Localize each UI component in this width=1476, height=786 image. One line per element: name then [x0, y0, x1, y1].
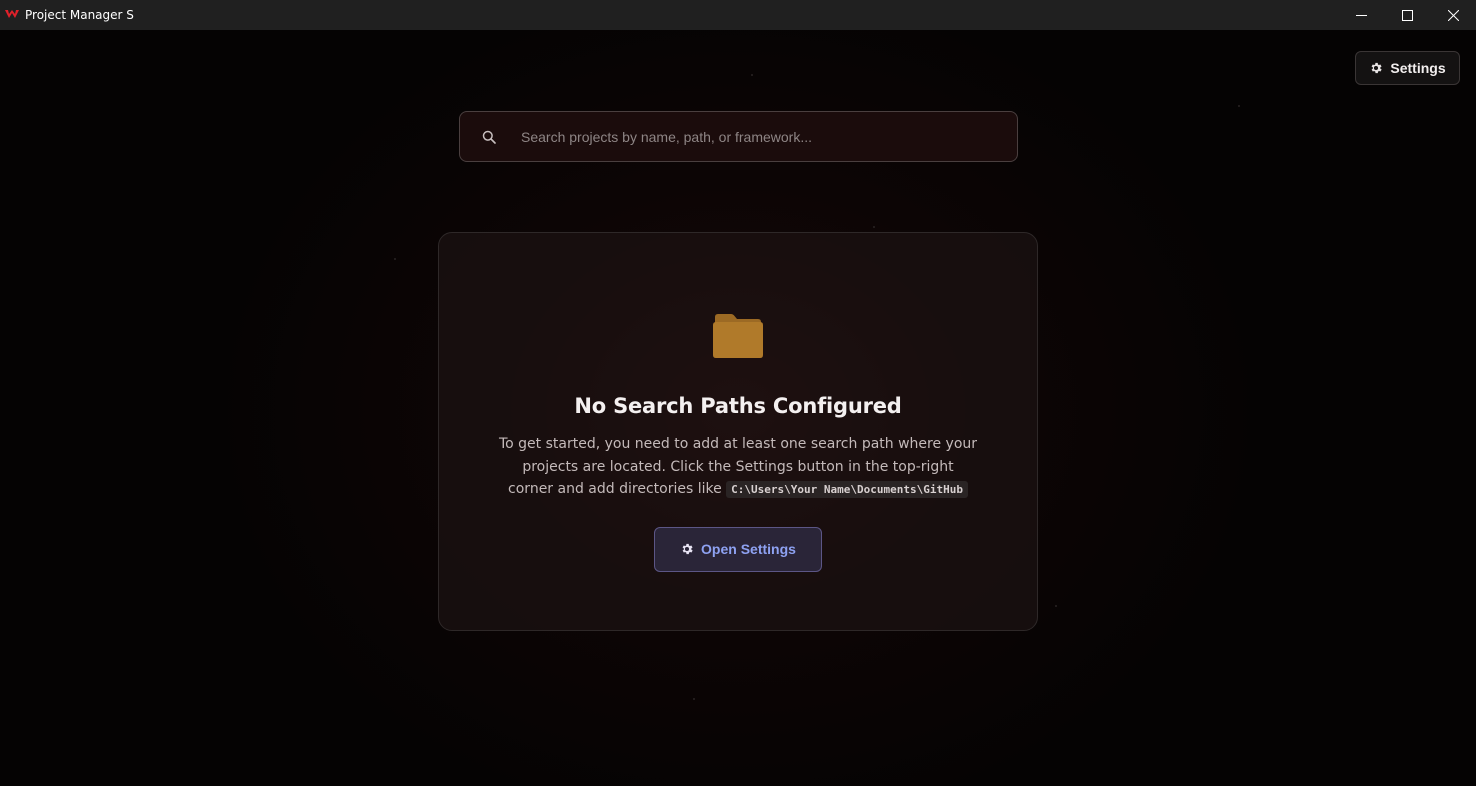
empty-state-description: To get started, you need to add at least… — [498, 433, 978, 502]
minimize-button[interactable] — [1338, 0, 1384, 30]
minimize-icon — [1355, 14, 1367, 16]
background-particle — [1238, 105, 1240, 107]
empty-state-title: No Search Paths Configured — [574, 394, 902, 418]
close-button[interactable] — [1430, 0, 1476, 30]
background-particle — [693, 698, 695, 700]
open-settings-label: Open Settings — [701, 541, 796, 557]
background-particle — [1055, 605, 1057, 607]
background-particle — [394, 258, 396, 260]
open-settings-button[interactable]: Open Settings — [654, 526, 822, 572]
example-path-code: C:\Users\Your Name\Documents\GitHub — [726, 481, 968, 498]
settings-button[interactable]: Settings — [1355, 51, 1460, 85]
window-title: Project Manager S — [25, 8, 134, 22]
app-logo-icon — [5, 8, 19, 22]
background-particle — [751, 74, 753, 76]
window-titlebar: Project Manager S — [0, 0, 1476, 30]
search-input[interactable] — [518, 112, 1017, 161]
search-icon — [460, 130, 518, 144]
window-controls — [1338, 0, 1476, 30]
gear-icon — [680, 542, 694, 556]
background-particle — [873, 226, 875, 228]
search-bar — [459, 111, 1018, 162]
close-icon — [1447, 9, 1459, 21]
maximize-button[interactable] — [1384, 0, 1430, 30]
empty-state-card: No Search Paths Configured To get starte… — [438, 232, 1038, 631]
maximize-icon — [1401, 9, 1413, 21]
settings-button-label: Settings — [1390, 60, 1446, 76]
folder-icon — [713, 314, 763, 358]
main-content: Settings No Search Paths Configured To g… — [0, 30, 1476, 786]
gear-icon — [1369, 61, 1383, 75]
